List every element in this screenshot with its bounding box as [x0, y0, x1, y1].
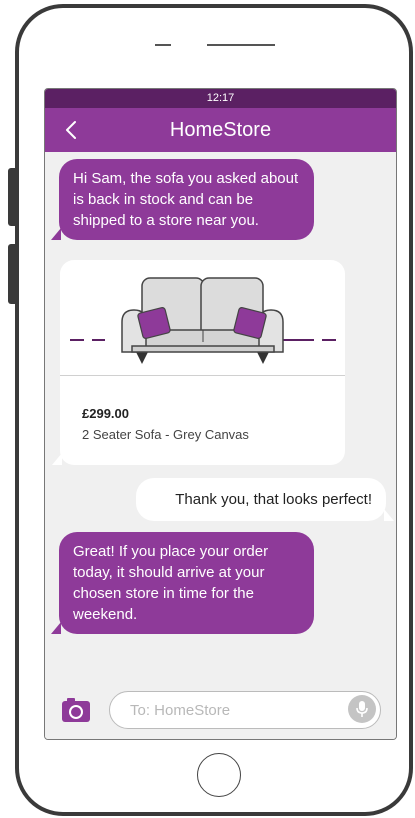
- recipient-field[interactable]: [109, 691, 381, 729]
- app-header: HomeStore: [45, 108, 396, 152]
- chat-thread[interactable]: Hi Sam, the sofa you asked about is back…: [45, 152, 396, 662]
- bubble-tail: [52, 453, 62, 465]
- bubble-tail: [384, 509, 394, 521]
- phone-screen: 12:17 HomeStore Hi Sam, the sofa you ask…: [44, 88, 397, 740]
- message-input[interactable]: [128, 701, 332, 720]
- page: 12:17 HomeStore Hi Sam, the sofa you ask…: [0, 0, 415, 818]
- status-time: 12:17: [206, 92, 235, 104]
- outgoing-message: Thank you, that looks perfect!: [136, 478, 394, 521]
- message-text: Great! If you place your order today, it…: [73, 543, 269, 623]
- earpiece-speaker: [207, 44, 275, 46]
- microphone-icon: [356, 701, 368, 717]
- microphone-button[interactable]: [348, 695, 376, 723]
- message-text: Hi Sam, the sofa you asked about is back…: [73, 170, 299, 229]
- bubble-tail: [51, 622, 61, 634]
- product-card[interactable]: £299.00 2 Seater Sofa - Grey Canvas: [52, 260, 345, 465]
- sofa-image: [70, 277, 336, 364]
- bubble-tail: [51, 228, 61, 240]
- chat-title: HomeStore: [169, 119, 272, 141]
- incoming-message: Great! If you place your order today, it…: [51, 532, 314, 634]
- product-name: 2 Seater Sofa - Grey Canvas: [82, 427, 249, 442]
- card-divider: [60, 375, 345, 376]
- incoming-message: Hi Sam, the sofa you asked about is back…: [51, 159, 314, 240]
- camera-button[interactable]: [61, 694, 91, 724]
- home-button[interactable]: [197, 753, 241, 797]
- camera-icon: [62, 698, 90, 722]
- status-bar: 12:17: [45, 89, 396, 108]
- front-camera: [155, 44, 171, 46]
- message-composer: [45, 681, 396, 739]
- message-text: Thank you, that looks perfect!: [175, 491, 372, 508]
- product-price: £299.00: [82, 406, 129, 421]
